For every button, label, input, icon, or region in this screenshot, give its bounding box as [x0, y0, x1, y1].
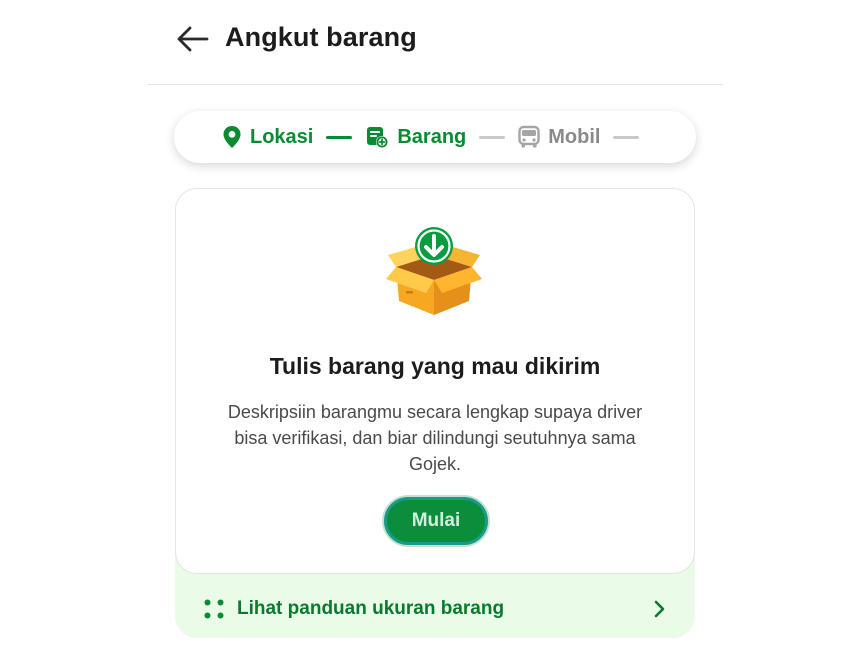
back-button[interactable]: [176, 24, 210, 54]
location-pin-icon: [223, 126, 241, 148]
step-mobil[interactable]: Mobil: [518, 125, 600, 149]
start-button[interactable]: Mulai: [384, 497, 488, 545]
four-dots-icon: [204, 599, 224, 619]
arrow-left-icon: [177, 26, 209, 52]
open-box-download-icon: [386, 227, 482, 315]
step-connector: [326, 135, 353, 139]
step-lokasi[interactable]: Lokasi: [222, 125, 313, 149]
step-connector: [613, 135, 640, 139]
package-add-icon: [367, 127, 389, 148]
step-label: Lokasi: [250, 125, 314, 148]
step-barang[interactable]: Barang: [365, 125, 466, 149]
card-description: Deskripsiin barangmu secara lengkap supa…: [227, 402, 643, 474]
item-description-card: Tulis barang yang mau dikirim Deskripsii…: [175, 188, 695, 574]
step-label: Mobil: [548, 125, 601, 148]
card-title: Tulis barang yang mau dikirim: [269, 353, 601, 379]
top-bar: Angkut barang: [148, 0, 723, 85]
chevron-right-icon: [654, 600, 665, 618]
size-guide-label: Lihat panduan ukuran barang: [237, 598, 505, 619]
car-icon: [518, 125, 540, 148]
progress-stepper: Lokasi Barang Mobil: [174, 111, 696, 163]
page-title: Angkut barang: [225, 22, 417, 52]
step-connector: [479, 135, 506, 139]
step-label: Barang: [397, 125, 467, 148]
